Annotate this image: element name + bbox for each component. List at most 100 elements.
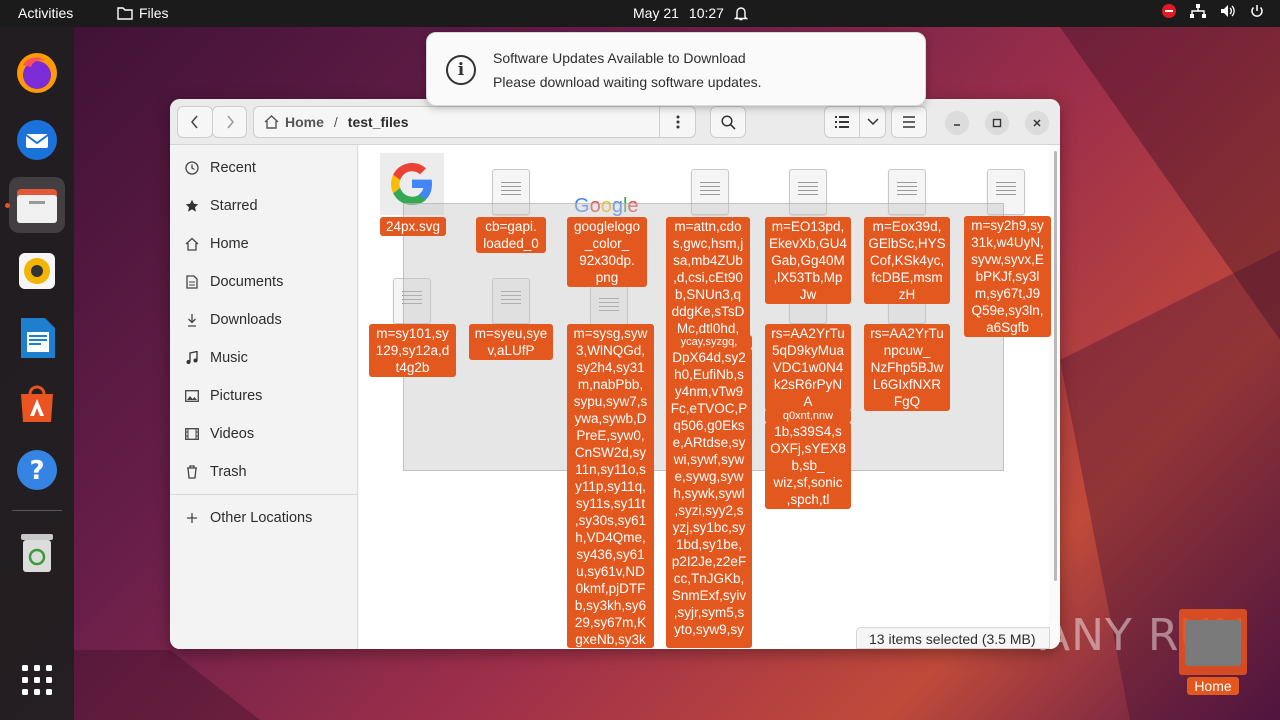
- hamburger-icon: [903, 116, 915, 128]
- dock-show-apps[interactable]: [9, 652, 65, 708]
- dock-writer[interactable]: [9, 310, 65, 366]
- software-store-icon: [21, 385, 53, 422]
- sidebar-item-starred[interactable]: Starred: [184, 191, 258, 221]
- sidebar-item-documents[interactable]: Documents: [184, 267, 283, 297]
- desktop-home-icon[interactable]: Home: [1179, 609, 1247, 700]
- notification-body: Please download waiting software updates…: [493, 74, 762, 90]
- sidebar-item-label: Music: [210, 350, 248, 366]
- sidebar-item-pictures[interactable]: Pictures: [184, 381, 262, 411]
- volume-icon: [1221, 5, 1235, 17]
- picture-icon: [184, 388, 200, 404]
- sidebar-item-label: Videos: [210, 426, 255, 442]
- sidebar-item-other-locations[interactable]: Other Locations: [184, 503, 312, 533]
- video-icon: [184, 426, 200, 442]
- writer-icon: [21, 318, 55, 358]
- file-label-m-syeu[interactable]: m=syeu,sye v,aLUfP: [469, 324, 553, 360]
- top-bar: Activities Files May 21 10:27: [0, 0, 1280, 27]
- path-current[interactable]: test_files: [348, 114, 409, 130]
- dock-help[interactable]: ?: [9, 442, 65, 498]
- trash-can-icon: [21, 534, 53, 572]
- file-label-m-sysg[interactable]: m=sysg,syw 3,WlNQGd, sy2h4,sy31 m,nabPbb…: [567, 324, 654, 648]
- view-list-button[interactable]: [824, 106, 860, 138]
- path-separator: /: [333, 114, 338, 130]
- maximize-icon: [992, 118, 1002, 128]
- minimize-icon: [954, 124, 960, 126]
- search-button[interactable]: [710, 106, 746, 138]
- close-button[interactable]: [1025, 111, 1049, 135]
- path-home[interactable]: Home: [264, 114, 324, 130]
- file-label-m-sy2h9[interactable]: m=sy2h9,sy 31k,w4UyN, syvw,syvx,E bPKJf,…: [964, 216, 1051, 337]
- file-label-m-sy101[interactable]: m=sy101,sy 129,sy12a,d t4g2b: [369, 324, 456, 377]
- running-indicator: [5, 203, 10, 208]
- files-icon: [17, 189, 57, 223]
- file-label-24px-svg[interactable]: 24px.svg: [380, 217, 446, 236]
- dock-rhythmbox[interactable]: [9, 243, 65, 299]
- dock-trash[interactable]: [9, 524, 65, 580]
- sidebar-item-label: Downloads: [210, 312, 282, 328]
- activities-button[interactable]: Activities: [18, 5, 73, 21]
- path-bar[interactable]: Home / test_files: [253, 106, 696, 138]
- view-options-button[interactable]: [859, 106, 886, 138]
- sidebar-item-downloads[interactable]: Downloads: [184, 305, 282, 335]
- document-icon: [184, 274, 200, 290]
- home-icon: [184, 236, 200, 252]
- download-icon: [184, 312, 200, 328]
- clock-date: May 21: [633, 5, 679, 21]
- home-icon: [264, 115, 279, 129]
- system-tray[interactable]: [1162, 4, 1264, 18]
- sidebar-item-videos[interactable]: Videos: [184, 419, 254, 449]
- dock-files[interactable]: [5, 177, 65, 233]
- minimize-button[interactable]: [945, 111, 969, 135]
- plus-icon: [184, 510, 200, 526]
- sidebar-item-trash[interactable]: Trash: [184, 457, 247, 487]
- files-window: Home / test_files Recent Starred Home Do…: [170, 99, 1060, 649]
- sidebar-item-recent[interactable]: Recent: [184, 153, 256, 183]
- scrollbar[interactable]: [1054, 151, 1057, 581]
- dock-software[interactable]: [9, 376, 65, 432]
- file-label-q0xnt[interactable]: 1b,s39S4,s OXFj,sYEX8 b,sb_ wiz,sf,sonic…: [765, 422, 851, 509]
- sidebar-item-label: Recent: [210, 160, 256, 176]
- network-icon: [1190, 4, 1206, 18]
- home-folder-icon: [1185, 620, 1241, 666]
- dock-firefox[interactable]: [9, 45, 65, 101]
- sidebar-item-music[interactable]: Music: [184, 343, 248, 373]
- sidebar-item-label: Starred: [210, 198, 258, 214]
- chevron-down-icon: [866, 118, 879, 126]
- notification[interactable]: i Software Updates Available to Download…: [426, 32, 926, 106]
- star-icon: [184, 198, 200, 214]
- app-menu-label: Files: [139, 5, 169, 21]
- path-home-label: Home: [285, 114, 324, 130]
- sidebar-item-label: Documents: [210, 274, 284, 290]
- clock[interactable]: May 21 10:27: [633, 5, 748, 21]
- clock-time: 10:27: [688, 5, 724, 21]
- close-icon: [1033, 119, 1041, 127]
- file-label-ycay[interactable]: DpX64d,sy2 h0,EufiNb,s y4nm,vTw9 Fc,eTVO…: [666, 348, 752, 648]
- main-menu-button[interactable]: [891, 106, 927, 138]
- file-label-q0xnt-top: q0xnt,nnw: [765, 409, 851, 423]
- app-menu[interactable]: Files: [117, 5, 169, 21]
- back-button[interactable]: [177, 106, 213, 138]
- file-label-cb-gapi[interactable]: cb=gapi. loaded_0: [476, 217, 546, 253]
- file-label-ycay-top: ycay,syzgq,: [666, 335, 752, 349]
- file-label-rs-aa2yrtunp[interactable]: rs=AA2YrTu npcuw_ NzFhp5BJw L6GIxfNXR Fg…: [864, 324, 950, 411]
- info-icon: i: [446, 55, 476, 85]
- file-label-m-eo13pd[interactable]: m=EO13pd, EkevXb,GU4 Gab,Gg40M ,lX53Tb,M…: [765, 217, 851, 304]
- chevron-right-icon: [226, 115, 234, 129]
- folder-icon: [117, 7, 133, 20]
- selection-status: 13 items selected (3.5 MB): [856, 627, 1050, 649]
- maximize-button[interactable]: [985, 111, 1009, 135]
- rhythmbox-icon: [19, 253, 55, 289]
- path-menu-button[interactable]: [659, 107, 695, 137]
- file-label-m-eox39d[interactable]: m=Eox39d, GElbSc,HYS Cof,KSk4yc, fcDBE,m…: [864, 217, 950, 304]
- file-label-googlelogo[interactable]: googlelogo _color_ 92x30dp. png: [567, 217, 647, 287]
- bell-icon: [733, 6, 748, 20]
- stop-icon[interactable]: [1162, 4, 1176, 18]
- music-icon: [184, 350, 200, 366]
- dock-separator: [12, 510, 62, 511]
- file-label-rs-aa2yrtu5q[interactable]: rs=AA2YrTu 5qD9kyMua VDC1w0N4 k2sR6rPyN …: [765, 324, 851, 411]
- dock-thunderbird[interactable]: [9, 112, 65, 168]
- forward-button[interactable]: [212, 106, 247, 138]
- chevron-left-icon: [191, 115, 198, 129]
- svg-text:?: ?: [29, 456, 44, 486]
- sidebar-item-home[interactable]: Home: [184, 229, 249, 259]
